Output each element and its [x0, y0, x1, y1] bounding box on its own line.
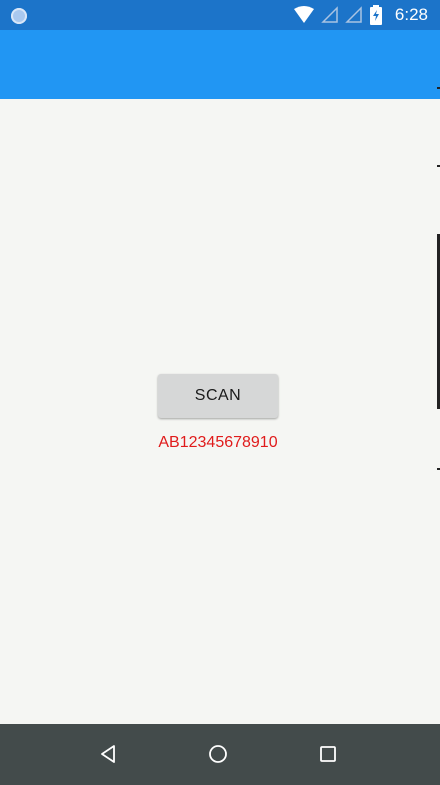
recents-icon	[320, 746, 336, 762]
signal-icon	[321, 6, 338, 23]
navigation-bar	[0, 724, 440, 785]
clock: 6:28	[394, 5, 428, 24]
signal-icon	[345, 6, 362, 23]
scan-result-text: AB12345678910	[158, 434, 278, 451]
back-button[interactable]	[92, 738, 124, 770]
recents-button[interactable]	[312, 738, 344, 770]
back-icon	[101, 745, 115, 763]
battery-charging-icon	[369, 5, 382, 25]
app-bar	[0, 30, 440, 99]
main-content: SCAN AB12345678910	[0, 99, 440, 724]
edge-marks	[436, 87, 440, 724]
wifi-icon	[293, 6, 314, 23]
scan-button[interactable]: SCAN	[158, 374, 278, 418]
status-icons: 6:28	[293, 0, 428, 30]
home-button[interactable]	[202, 738, 234, 770]
home-icon	[209, 745, 227, 763]
status-bar: 6:28	[0, 0, 440, 30]
notification-dot-icon	[11, 8, 27, 24]
